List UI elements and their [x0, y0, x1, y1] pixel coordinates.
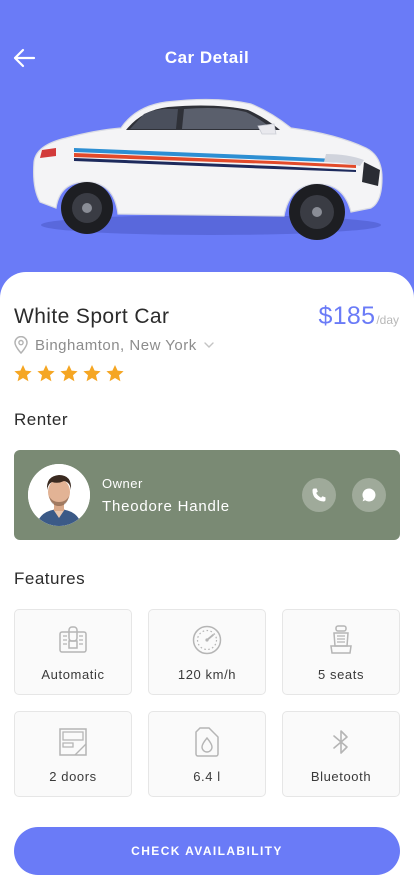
price: $185 /day [318, 302, 399, 331]
feature-card: 6.4 l [148, 711, 266, 797]
renter-card: Owner Theodore Handle [14, 450, 400, 540]
call-button[interactable] [302, 478, 336, 512]
renter-name: Theodore Handle [102, 498, 230, 515]
avatar [28, 464, 90, 526]
star-icon [59, 364, 79, 383]
chevron-down-icon [203, 341, 215, 349]
speedometer-icon [149, 622, 265, 658]
feature-label: 120 km/h [177, 667, 237, 682]
phone-icon [311, 487, 327, 503]
gearbox-icon [15, 622, 131, 658]
page-title: Car Detail [164, 48, 250, 67]
feature-label: 5 seats [317, 667, 365, 682]
location-pin-icon [13, 336, 29, 354]
renter-section-title: Renter [14, 410, 69, 429]
rating-stars [13, 364, 125, 383]
star-icon [82, 364, 102, 383]
car-detail-screen: Car Detail White Sport Car $185 /day Bin… [0, 0, 414, 896]
feature-card: Automatic [14, 609, 132, 695]
fuel-icon [149, 724, 265, 760]
feature-card: 5 seats [282, 609, 400, 695]
star-icon [105, 364, 125, 383]
feature-label: 6.4 l [193, 769, 221, 784]
star-icon [36, 364, 56, 383]
feature-label: Bluetooth [310, 769, 372, 784]
feature-card: Bluetooth [282, 711, 400, 797]
location-selector[interactable]: Binghamton, New York [13, 336, 215, 354]
hero-header: Car Detail [0, 0, 414, 300]
bluetooth-icon [283, 724, 399, 760]
chat-button[interactable] [352, 478, 386, 512]
chat-icon [361, 487, 377, 503]
feature-card: 2 doors [14, 711, 132, 797]
price-unit: /day [376, 313, 399, 327]
star-icon [13, 364, 33, 383]
feature-label: Automatic [41, 667, 105, 682]
feature-card: 120 km/h [148, 609, 266, 695]
feature-label: 2 doors [49, 769, 97, 784]
check-availability-button[interactable]: CHECK AVAILABILITY [14, 827, 400, 875]
car-door-icon [15, 724, 131, 760]
location-text: Binghamton, New York [35, 336, 197, 354]
price-value: $185 [318, 302, 376, 330]
features-section-title: Features [14, 569, 86, 588]
seat-icon [283, 622, 399, 658]
car-image [26, 90, 388, 240]
car-title: White Sport Car [14, 305, 170, 328]
renter-role: Owner [102, 476, 143, 491]
